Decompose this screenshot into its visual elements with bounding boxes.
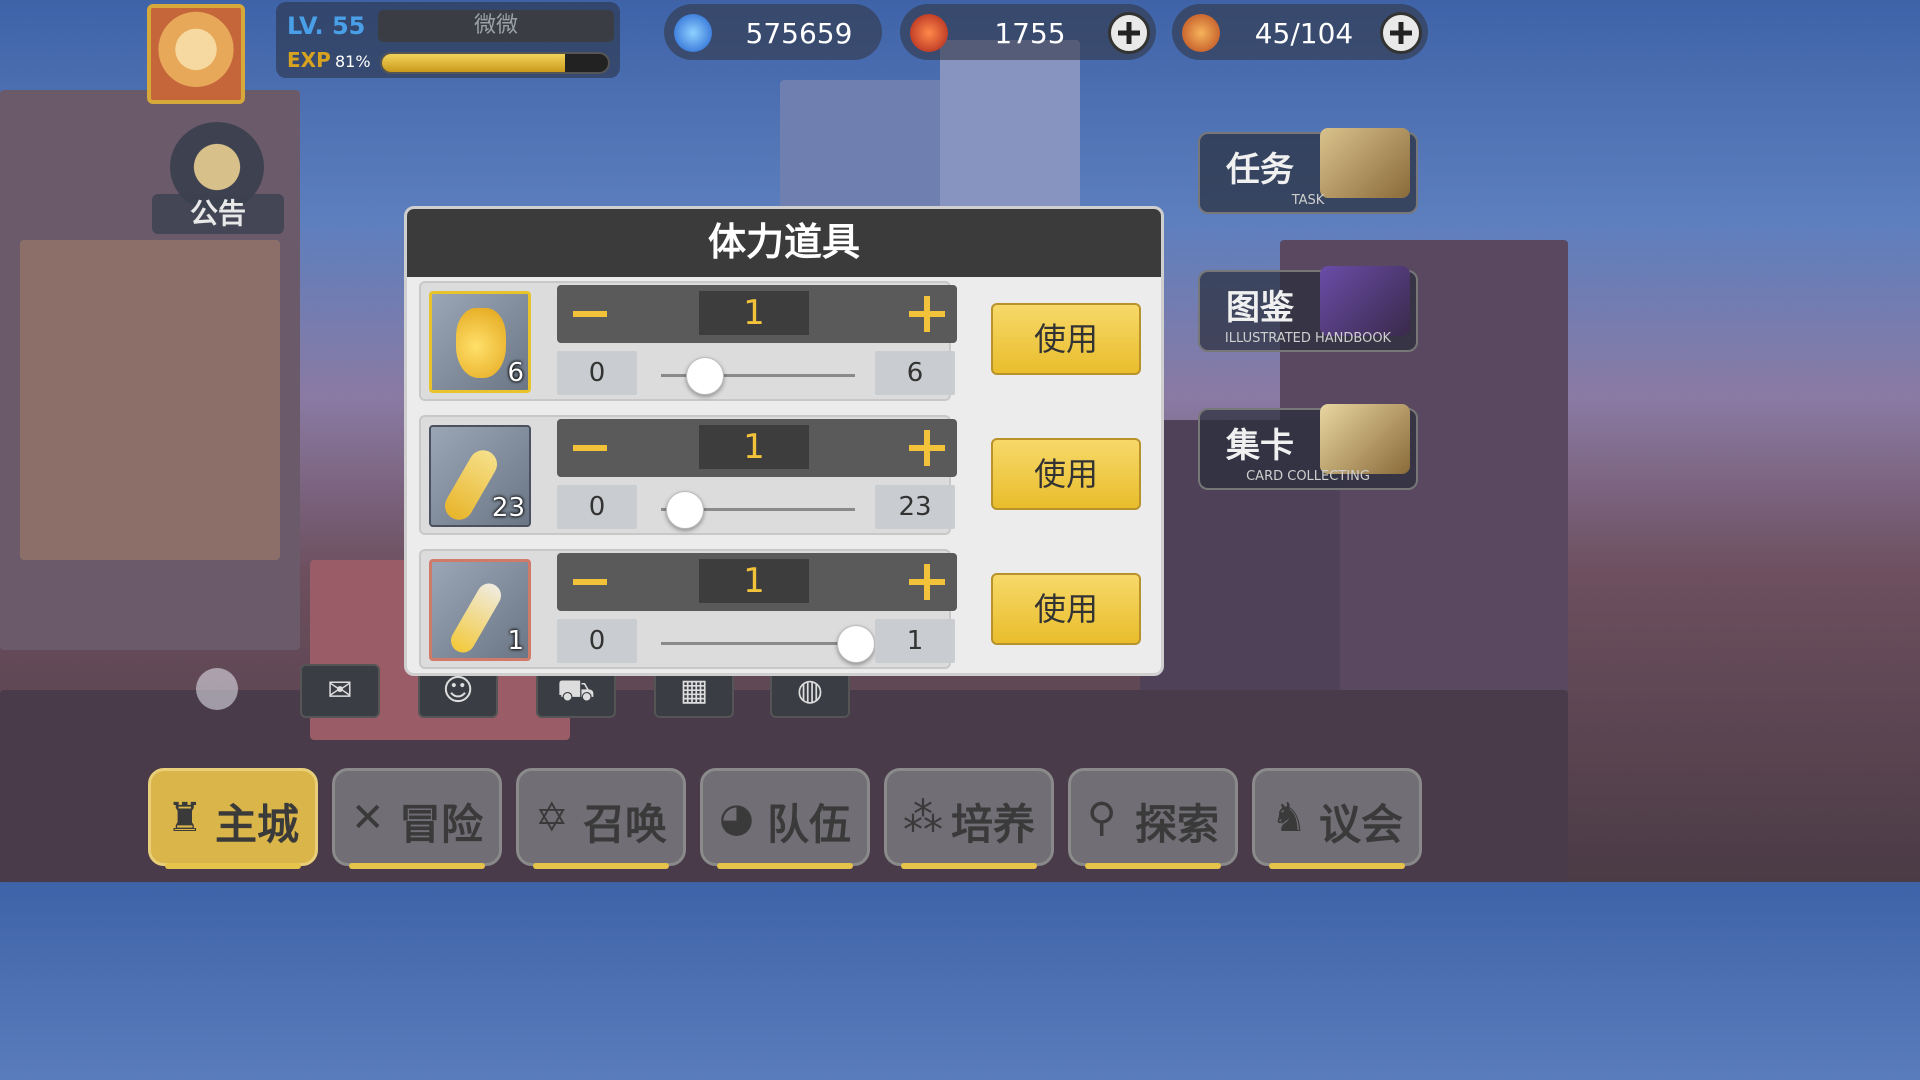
task-label: 任务 — [1226, 150, 1294, 190]
exp-progress-fill — [382, 54, 566, 72]
nav-label: 召唤 — [583, 800, 668, 849]
player-avatar[interactable] — [147, 4, 245, 104]
item-count: 1 — [507, 626, 524, 656]
quantity-stepper: 1 — [557, 419, 957, 477]
exp-percent: 81% — [335, 52, 371, 71]
stamina-food-icon — [1182, 14, 1220, 52]
nav-label: 议会 — [1319, 800, 1404, 849]
slider-max: 6 — [875, 351, 955, 395]
use-button[interactable]: 使用 — [991, 573, 1141, 645]
nav-underline — [1085, 863, 1221, 869]
currency-blue-flame: 575659 — [664, 4, 882, 60]
nav-train[interactable]: ⁂ 培养 — [884, 768, 1054, 869]
nav-team[interactable]: ◕ 队伍 — [700, 768, 870, 869]
exp-progress-bar — [380, 52, 610, 74]
notice-button[interactable]: 公告 — [152, 122, 284, 240]
quantity-value[interactable]: 1 — [699, 291, 809, 335]
use-button[interactable]: 使用 — [991, 303, 1141, 375]
nav-label: 培养 — [951, 800, 1036, 849]
player-level: LV. 55 — [287, 12, 366, 40]
quantity-slider-knob[interactable] — [666, 491, 705, 529]
add-gem-button[interactable] — [1108, 12, 1150, 54]
slider-max: 23 — [875, 485, 955, 529]
stamina-items-dialog: 体力道具 6 1 0 6 使用 23 1 0 23 使用 1 1 0 1 使用 — [404, 206, 1164, 676]
minus-button[interactable] — [571, 429, 611, 467]
item-row: 23 1 0 23 — [419, 415, 957, 535]
team-icon: ◕ — [719, 795, 754, 841]
currency-value: 1755 — [994, 17, 1066, 50]
nav-underline — [901, 863, 1037, 869]
nav-underline — [1269, 863, 1405, 869]
nav-adventure[interactable]: ✕ 冒险 — [332, 768, 502, 869]
summon-star-icon: ✡ — [535, 795, 569, 841]
nav-underline — [533, 863, 669, 869]
handbook-sub-label: ILLUSTRATED HANDBOOK — [1224, 331, 1392, 346]
nav-summon[interactable]: ✡ 召唤 — [516, 768, 686, 869]
nav-underline — [349, 863, 485, 869]
quantity-stepper: 1 — [557, 553, 957, 611]
medium-potion-icon: 23 — [429, 425, 531, 527]
quest-scroll-icon — [1320, 128, 1410, 198]
use-button[interactable]: 使用 — [991, 438, 1141, 510]
explore-icon: ⚲ — [1087, 795, 1117, 841]
task-sub-label: TASK — [1291, 193, 1325, 208]
dialog-title: 体力道具 — [407, 209, 1161, 277]
large-potion-icon: 6 — [429, 291, 531, 393]
crossed-swords-icon: ✕ — [351, 795, 385, 841]
plus-button[interactable] — [907, 295, 947, 333]
exp-label: EXP — [287, 48, 331, 72]
task-button[interactable]: 任务 TASK — [1198, 128, 1418, 214]
quantity-slider-track[interactable] — [661, 642, 855, 645]
quantity-slider-knob[interactable] — [685, 357, 724, 395]
plus-button[interactable] — [907, 563, 947, 601]
mail-icon[interactable]: ✉ — [300, 664, 380, 718]
card-collecting-label: 集卡 — [1226, 426, 1294, 466]
council-icon: ♞ — [1271, 795, 1307, 841]
nav-underline — [717, 863, 853, 869]
nav-main-city[interactable]: ♜ 主城 — [148, 768, 318, 869]
minus-button[interactable] — [571, 563, 611, 601]
minus-button[interactable] — [571, 295, 611, 333]
item-count: 23 — [491, 493, 525, 523]
item-row: 1 1 0 1 — [419, 549, 957, 669]
card-collecting-sub-label: CARD COLLECTING — [1246, 469, 1370, 484]
currency-red-gem: 1755 — [900, 4, 1156, 60]
nav-label: 探索 — [1135, 800, 1220, 849]
item-row: 6 1 0 6 — [419, 281, 957, 401]
slider-min: 0 — [557, 485, 637, 529]
currency-value: 575659 — [745, 17, 853, 50]
player-name: 微微 — [378, 10, 614, 42]
add-stamina-button[interactable] — [1380, 12, 1422, 54]
magic-book-icon — [1320, 266, 1410, 336]
nav-label: 主城 — [215, 800, 300, 849]
blue-flame-icon — [674, 14, 712, 52]
castle-icon: ♜ — [167, 795, 203, 841]
slider-min: 0 — [557, 619, 637, 663]
open-book-icon — [1320, 404, 1410, 474]
train-icon: ⁂ — [903, 795, 943, 841]
nav-label: 队伍 — [767, 800, 852, 849]
item-count: 6 — [507, 358, 524, 388]
stamina-value: 45/104 — [1254, 17, 1354, 50]
handbook-label: 图鉴 — [1226, 288, 1294, 328]
small-potion-icon: 1 — [429, 559, 531, 661]
slider-max: 1 — [875, 619, 955, 663]
nav-label: 冒险 — [399, 800, 484, 849]
quantity-value[interactable]: 1 — [699, 559, 809, 603]
plus-button[interactable] — [907, 429, 947, 467]
nav-council[interactable]: ♞ 议会 — [1252, 768, 1422, 869]
slider-min: 0 — [557, 351, 637, 395]
joystick[interactable] — [196, 668, 238, 710]
red-gem-icon — [910, 14, 948, 52]
quantity-value[interactable]: 1 — [699, 425, 809, 469]
handbook-button[interactable]: 图鉴 ILLUSTRATED HANDBOOK — [1198, 266, 1418, 352]
quantity-stepper: 1 — [557, 285, 957, 343]
nav-explore[interactable]: ⚲ 探索 — [1068, 768, 1238, 869]
quantity-slider-knob[interactable] — [837, 625, 875, 663]
nav-underline — [165, 863, 301, 869]
card-collecting-button[interactable]: 集卡 CARD COLLECTING — [1198, 404, 1418, 490]
notice-label: 公告 — [152, 194, 284, 234]
stamina-counter: 45/104 — [1172, 4, 1428, 60]
